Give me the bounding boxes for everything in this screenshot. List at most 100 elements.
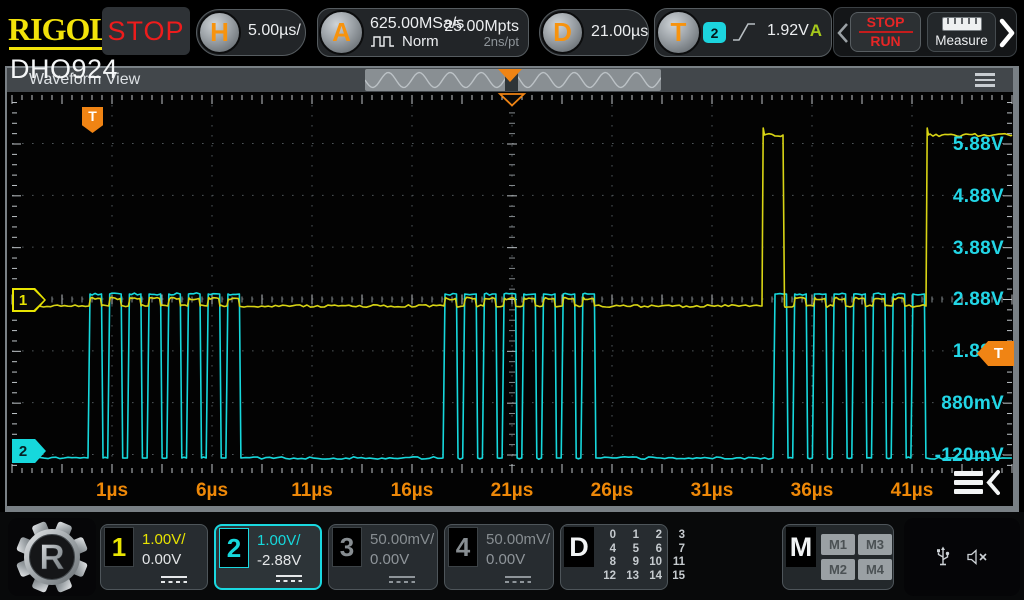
dc-coupling-icon — [161, 575, 187, 583]
time-scale-labels: 1µs 6µs 11µs 16µs 21µs 26µs 31µs 36µs 41µs — [62, 480, 962, 502]
waveform-plot — [11, 93, 1013, 473]
digital-channel-number: 12 — [603, 569, 616, 582]
delay-knob-icon: D — [541, 11, 584, 54]
channel3-panel[interactable]: 3 50.00mV/ 0.00V — [328, 524, 438, 590]
voltage-label: 3.88V — [952, 237, 1004, 259]
graticule-area: T 1 2 5.88V 4.88V 3.88V 2.88V 1.88V 880mV -120… — [7, 92, 1014, 506]
time-label: 16µs — [390, 480, 434, 501]
record-navigation-scrollbar[interactable] — [364, 69, 662, 91]
channel4-number: 4 — [448, 527, 478, 567]
horizontal-knob-icon: H — [198, 11, 241, 54]
time-label: 26µs — [590, 480, 634, 501]
horizontal-button[interactable]: H 5.00µs/ — [196, 9, 306, 56]
run-stop-bottom-label: RUN — [870, 33, 901, 49]
channel1-offset: 0.00V — [142, 551, 182, 568]
system-menu-button[interactable]: R — [8, 518, 96, 596]
voltage-label: 2.88V — [952, 289, 1004, 311]
oscilloscope-screen: RIGOL STOP H 5.00µs/ A 625.00MSa/s 25.00… — [0, 0, 1024, 600]
digital-channel-number: 0 — [609, 529, 616, 541]
run-stop-top-label: STOP — [866, 14, 905, 30]
trigger-source-badge: 2 — [703, 22, 726, 43]
time-label: 6µs — [195, 480, 229, 501]
math-panel-label: M — [786, 527, 816, 567]
channel1-panel[interactable]: 1 1.00V/ 0.00V — [100, 524, 208, 590]
time-label: 36µs — [790, 480, 834, 501]
voltage-label: 4.88V — [952, 185, 1004, 207]
channel2-panel[interactable]: 2 1.00V/ -2.88V — [214, 524, 322, 590]
voltage-scale-labels: 5.88V 4.88V 3.88V 2.88V 1.88V 880mV -120mV — [935, 119, 1004, 482]
pulse-waveform-icon — [371, 36, 394, 47]
chevron-right-icon[interactable] — [998, 18, 1016, 48]
channel3-scale: 50.00mV/ — [370, 531, 435, 548]
bottom-taskbar: R 1 1.00V/ 0.00V 2 1.00V/ -2.88V 3 50.00… — [0, 512, 1024, 600]
digital-channel-number: 9 — [632, 556, 639, 568]
digital-channel-number: 13 — [626, 569, 639, 582]
math-button[interactable]: M1 — [821, 534, 855, 555]
trigger-position-triangle[interactable] — [498, 69, 522, 82]
math-buttons: M1 M3 M2 M4 — [821, 534, 892, 580]
menu-bars-icon — [954, 471, 983, 494]
math-button[interactable]: M3 — [858, 534, 892, 555]
time-resolution-value: 2ns/pt — [483, 34, 519, 49]
time-label: 21µs — [490, 480, 534, 501]
digital-channel-number: 2 — [655, 529, 662, 541]
math-button[interactable]: M2 — [821, 559, 855, 580]
acquire-button[interactable]: A 625.00MSa/s 25.00Mpts Norm 2ns/pt — [317, 8, 529, 57]
acquire-mode-value: Norm — [402, 33, 439, 50]
measure-label: Measure — [935, 33, 988, 48]
speaker-muted-icon — [967, 549, 987, 565]
measure-button[interactable]: Measure — [927, 12, 996, 52]
waveform-view-window: Waveform View T 1 2 5.88V 4.88V 3.88V 2.88V… — [5, 66, 1019, 512]
rigol-logo-underline — [9, 47, 103, 50]
digital-channel-number: 15 — [672, 569, 685, 582]
voltage-label: 880mV — [941, 393, 1004, 415]
trigger-button[interactable]: T 2 1.92V A — [654, 8, 832, 57]
trigger-level-value: 1.92V — [767, 22, 809, 39]
delay-button[interactable]: D 21.00µs — [539, 9, 649, 56]
time-label: 11µs — [291, 480, 333, 501]
channel3-offset: 0.00V — [370, 551, 410, 568]
run-stop-button[interactable]: STOP RUN — [850, 12, 921, 52]
ruler-icon — [941, 17, 982, 31]
delay-value: 21.00µs — [591, 23, 649, 40]
digital-channels-panel[interactable]: D 0 1 2 3 4 5 6 7 8 9 10 11 12 13 14 15 — [560, 524, 685, 590]
channel4-offset: 0.00V — [486, 551, 526, 568]
collapse-menu-button[interactable] — [954, 469, 1000, 496]
channel2-offset: -2.88V — [257, 552, 302, 569]
digital-channel-number: 7 — [678, 542, 685, 555]
digital-channel-number: 14 — [649, 569, 662, 582]
svg-text:R: R — [39, 538, 64, 577]
window-menu-icon[interactable] — [975, 73, 995, 87]
voltage-label: 5.88V — [952, 133, 1004, 155]
digital-channel-number: 11 — [672, 556, 685, 568]
channel4-scale: 50.00mV/ — [486, 531, 551, 548]
dc-coupling-icon — [505, 575, 531, 583]
dc-coupling-icon — [389, 575, 415, 583]
channel3-number: 3 — [332, 527, 362, 567]
status-icons-panel — [904, 518, 1020, 596]
trigger-knob-icon: T — [656, 10, 701, 55]
digital-channel-number: 10 — [649, 556, 662, 568]
digital-channel-number: 3 — [678, 529, 685, 541]
digital-channel-number: 1 — [632, 529, 639, 541]
math-button[interactable]: M4 — [858, 559, 892, 580]
time-label: 41µs — [890, 480, 934, 501]
channel1-number: 1 — [104, 527, 134, 567]
chevron-left-icon[interactable] — [836, 22, 850, 44]
channel1-scale: 1.00V/ — [142, 531, 186, 548]
time-label: 1µs — [95, 480, 129, 501]
rising-edge-icon — [733, 23, 755, 41]
top-toolbar: RIGOL STOP H 5.00µs/ A 625.00MSa/s 25.00… — [0, 0, 1024, 66]
rigol-logo: RIGOL — [8, 11, 111, 47]
dc-coupling-icon — [276, 574, 302, 582]
rigol-gear-logo: R — [16, 521, 88, 593]
time-label: 31µs — [690, 480, 734, 501]
channel4-panel[interactable]: 4 50.00mV/ 0.00V — [444, 524, 554, 590]
header-quick-buttons: STOP RUN Measure — [833, 7, 1017, 57]
chevron-left-small-icon — [986, 470, 1000, 495]
math-panel[interactable]: M M1 M3 M2 M4 — [782, 524, 894, 590]
horizontal-scale-value: 5.00µs/ — [248, 22, 301, 39]
digital-channel-number: 4 — [609, 542, 616, 555]
digital-channel-numbers: 0 1 2 3 4 5 6 7 8 9 10 11 12 13 14 15 — [597, 529, 689, 583]
digital-channel-number: 5 — [632, 542, 639, 555]
